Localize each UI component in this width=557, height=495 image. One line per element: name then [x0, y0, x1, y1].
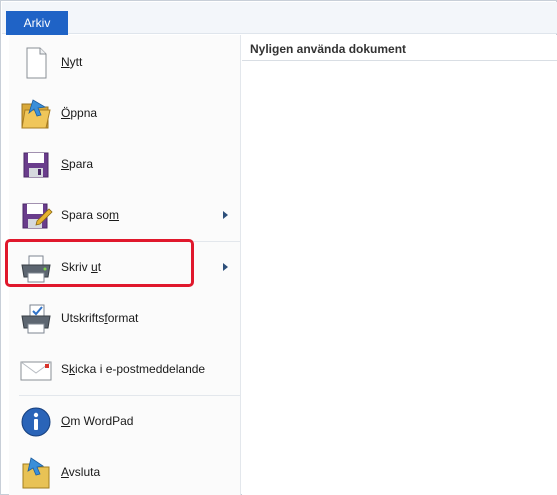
- menu-item-label: Utskriftsformat: [61, 311, 139, 325]
- save-floppy-icon: [23, 152, 49, 178]
- page-setup-icon: [21, 304, 51, 334]
- menu-item-page-setup[interactable]: Utskriftsformat: [9, 294, 241, 344]
- recent-documents-header: Nyligen använda dokument: [242, 35, 557, 61]
- menu-item-save[interactable]: Spara: [9, 140, 241, 190]
- save-as-icon: [22, 203, 53, 229]
- recent-documents-pane: Nyligen använda dokument: [242, 35, 557, 495]
- menu-item-label: Om WordPad: [61, 414, 134, 428]
- ribbon-bar: Arkiv: [2, 2, 557, 35]
- menu-divider: [19, 395, 241, 396]
- tab-arkiv[interactable]: Arkiv: [6, 11, 68, 35]
- recent-documents-title: Nyligen använda dokument: [250, 42, 407, 56]
- info-icon: [21, 407, 51, 437]
- new-document-icon: [26, 47, 47, 79]
- menu-item-label: Skicka i e-postmeddelande: [61, 362, 206, 376]
- menu-item-exit[interactable]: Avsluta: [9, 448, 241, 495]
- submenu-arrow-icon: [223, 263, 228, 271]
- print-highlight-box: [5, 239, 194, 287]
- menu-item-send-email[interactable]: Skicka i e-postmeddelande: [9, 345, 241, 395]
- exit-icon: [22, 457, 50, 489]
- wordpad-file-menu: Arkiv Nytt Öppna Spara Spara som Skriv u…: [0, 0, 557, 495]
- menu-item-label: Spara som: [61, 208, 120, 222]
- menu-item-open[interactable]: Öppna: [9, 89, 241, 139]
- menu-item-label: Avsluta: [61, 465, 101, 479]
- menu-item-label: Spara: [61, 157, 94, 171]
- menu-item-label: Öppna: [61, 106, 98, 120]
- submenu-arrow-icon: [223, 211, 228, 219]
- menu-item-about[interactable]: Om WordPad: [9, 397, 241, 447]
- menu-item-new[interactable]: Nytt: [9, 38, 241, 88]
- open-folder-icon: [21, 99, 51, 129]
- menu-item-save-as[interactable]: Spara som: [9, 191, 241, 241]
- email-envelope-icon: [20, 361, 52, 381]
- menu-item-label: Nytt: [61, 55, 83, 69]
